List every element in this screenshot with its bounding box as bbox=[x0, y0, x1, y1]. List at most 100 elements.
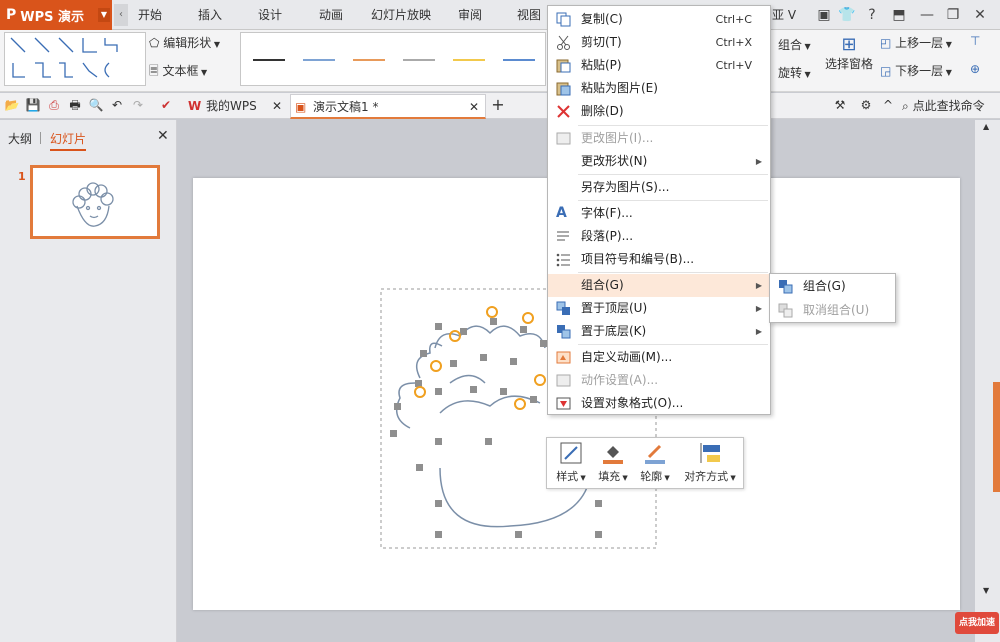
speed-up-badge[interactable]: 点我加速 bbox=[955, 612, 999, 634]
align-top-icon[interactable]: ⊤ bbox=[970, 34, 980, 48]
doc-tab-mywps[interactable]: W 我的WPS ✕ bbox=[184, 94, 288, 119]
export-pdf-icon[interactable]: ⎙ bbox=[46, 97, 62, 113]
line-style-gallery[interactable] bbox=[240, 32, 546, 86]
menu-item-custom-animation[interactable]: 自定义动画(M)... bbox=[548, 346, 770, 369]
menu-item-bring-to-front[interactable]: 置于顶层(U) ▶ bbox=[548, 297, 770, 320]
open-folder-icon[interactable]: 📂 bbox=[4, 97, 20, 113]
tab-slideshow[interactable]: 幻灯片放映 bbox=[371, 0, 431, 30]
tab-animation[interactable]: 动画 bbox=[319, 0, 343, 30]
close-tab-icon[interactable]: ✕ bbox=[272, 94, 282, 119]
outline-pen-icon bbox=[645, 444, 665, 464]
chevron-down-icon: ▼ bbox=[578, 474, 586, 482]
shirt-icon[interactable]: 👕 bbox=[838, 6, 856, 24]
distribute-icon[interactable]: ⊕ bbox=[970, 62, 980, 76]
menu-item-paste-as-picture[interactable]: 粘贴为图片(E) bbox=[548, 77, 770, 100]
account-name[interactable]: 亚 V bbox=[772, 0, 796, 30]
align-button[interactable]: 对齐方式 ▼ bbox=[679, 442, 741, 484]
textbox-button[interactable]: 🗏 文本框 ▼ bbox=[149, 62, 207, 83]
edit-shape-button[interactable]: ⬠ 编辑形状 ▼ bbox=[149, 34, 220, 51]
close-icon[interactable]: ✕ bbox=[971, 6, 989, 24]
group-button[interactable]: 组合 ▼ bbox=[778, 36, 811, 53]
chevron-down-icon: ▼ bbox=[620, 474, 628, 482]
tab-slides[interactable]: 幻灯片 bbox=[50, 130, 87, 151]
redo-icon[interactable]: ↷ bbox=[130, 97, 146, 113]
menu-item-save-as-picture[interactable]: 另存为图片(S)... bbox=[548, 176, 770, 199]
side-handle[interactable] bbox=[993, 382, 1000, 492]
menu-item-group[interactable]: 组合(G) ▶ bbox=[548, 274, 770, 297]
tab-insert[interactable]: 插入 bbox=[198, 0, 222, 30]
style-button[interactable]: 样式 ▼ bbox=[553, 442, 589, 484]
font-a-icon: A bbox=[556, 205, 567, 221]
paragraph-icon bbox=[557, 231, 569, 241]
menu-item-paste[interactable]: 粘贴(P) Ctrl+V bbox=[548, 54, 770, 77]
print-preview-icon[interactable]: 🔍 bbox=[88, 97, 104, 113]
line-style-blue[interactable] bbox=[303, 59, 335, 61]
print-icon[interactable]: 🖶 bbox=[67, 97, 83, 113]
app-name: WPS 演示 bbox=[20, 9, 85, 25]
tab-home[interactable]: 开始 bbox=[138, 0, 162, 30]
undo-icon[interactable]: ↶ bbox=[109, 97, 125, 113]
chevron-down-icon: ▼ bbox=[198, 68, 208, 77]
bring-forward-button[interactable]: ◰ 上移一层 ▼ bbox=[880, 34, 952, 51]
scissors-icon bbox=[557, 35, 570, 50]
slide-thumbnail-1[interactable] bbox=[30, 165, 160, 239]
line-shapes-gallery[interactable] bbox=[4, 32, 146, 86]
chevron-down-icon: ▼ bbox=[943, 40, 952, 49]
tab-outline[interactable]: 大纲 bbox=[8, 130, 32, 147]
close-tab-icon[interactable]: ✕ bbox=[469, 95, 479, 120]
menu-item-cut[interactable]: 剪切(T) Ctrl+X bbox=[548, 31, 770, 54]
rotate-button[interactable]: 旋转 ▼ bbox=[778, 64, 811, 81]
line-style-black[interactable] bbox=[253, 59, 285, 61]
line-style-darkblue[interactable] bbox=[503, 59, 535, 61]
send-backward-button[interactable]: ◲ 下移一层 ▼ bbox=[880, 62, 952, 79]
edit-shape-icon: ⬠ bbox=[149, 36, 160, 50]
send-to-back-icon bbox=[557, 325, 571, 339]
menu-item-paragraph[interactable]: 段落(P)... bbox=[548, 225, 770, 248]
menu-item-copy[interactable]: 复制(C) Ctrl+C bbox=[548, 8, 770, 31]
submenu-item-group[interactable]: 组合(G) bbox=[770, 275, 895, 298]
vertical-scrollbar[interactable]: ▲ ▼ bbox=[975, 120, 1000, 642]
menu-item-font[interactable]: A 字体(F)... bbox=[548, 202, 770, 225]
fill-button[interactable]: 填充 ▼ bbox=[595, 442, 631, 484]
scroll-up-icon[interactable]: ▲ bbox=[983, 122, 989, 131]
fullscreen-icon[interactable]: ⬒ bbox=[890, 6, 908, 24]
close-panel-icon[interactable]: ✕ bbox=[157, 128, 169, 144]
ribbon: ⬠ 编辑形状 ▼ 🗏 文本框 ▼ 组合 ▼ 旋转 ▼ ⊞ 选择窗格 ◰ 上移一层… bbox=[0, 30, 1000, 92]
restore-icon[interactable]: ❐ bbox=[944, 6, 962, 24]
menu-item-send-to-back[interactable]: 置于底层(K) ▶ bbox=[548, 320, 770, 343]
floating-mini-toolbar: 样式 ▼ 填充 ▼ 轮廓 ▼ 对齐方式 ▼ bbox=[546, 437, 744, 489]
menu-separator bbox=[578, 174, 768, 175]
help-icon[interactable]: ? bbox=[863, 6, 881, 24]
menu-item-change-shape[interactable]: 更改形状(N) ▶ bbox=[548, 150, 770, 173]
pin-icon[interactable]: ✔ bbox=[158, 97, 174, 113]
group-submenu: 组合(G) 取消组合(U) bbox=[769, 273, 896, 323]
new-tab-plus-icon[interactable]: + bbox=[490, 97, 506, 113]
menu-item-format-object[interactable]: 设置对象格式(O)... bbox=[548, 392, 770, 415]
wps-app-menu-button[interactable]: P WPS 演示 ▼ bbox=[0, 0, 112, 30]
chevron-left-icon[interactable]: ‹ bbox=[114, 4, 128, 26]
submenu-item-ungroup: 取消组合(U) bbox=[770, 299, 895, 322]
minimize-icon[interactable]: — bbox=[918, 6, 936, 24]
line-style-gray[interactable] bbox=[403, 59, 435, 61]
toolbar-icon[interactable]: ⚙ bbox=[858, 97, 874, 113]
line-style-orange[interactable] bbox=[353, 59, 385, 61]
skin-icon[interactable]: ▣ bbox=[815, 6, 833, 24]
save-icon[interactable]: 💾 bbox=[25, 97, 41, 113]
toolbar-collapse-icon[interactable]: ^ bbox=[880, 97, 896, 113]
command-search-button[interactable]: ⌕ 点此查找命令 bbox=[902, 97, 985, 114]
line-style-yellow[interactable] bbox=[453, 59, 485, 61]
outline-button[interactable]: 轮廓 ▼ bbox=[637, 442, 673, 484]
doc-tab-presentation[interactable]: ▣ 演示文稿1 * ✕ bbox=[290, 94, 486, 119]
tools-icon[interactable]: ⚒ bbox=[832, 97, 848, 113]
selection-pane-button[interactable]: ⊞ 选择窗格 bbox=[824, 34, 874, 72]
scroll-down-icon[interactable]: ▼ bbox=[983, 586, 989, 595]
tab-view[interactable]: 视图 bbox=[517, 0, 541, 30]
menu-item-delete[interactable]: 删除(D) bbox=[548, 100, 770, 123]
menu-item-bullets[interactable]: 项目符号和编号(B)... bbox=[548, 248, 770, 271]
selection-pane-icon: ⊞ bbox=[841, 34, 857, 55]
menu-item-change-picture: 更改图片(I)... bbox=[548, 127, 770, 150]
chevron-down-icon: ▼ bbox=[98, 8, 110, 22]
paste-picture-icon bbox=[556, 82, 571, 96]
tab-design[interactable]: 设计 bbox=[258, 0, 282, 30]
tab-review[interactable]: 审阅 bbox=[458, 0, 482, 30]
